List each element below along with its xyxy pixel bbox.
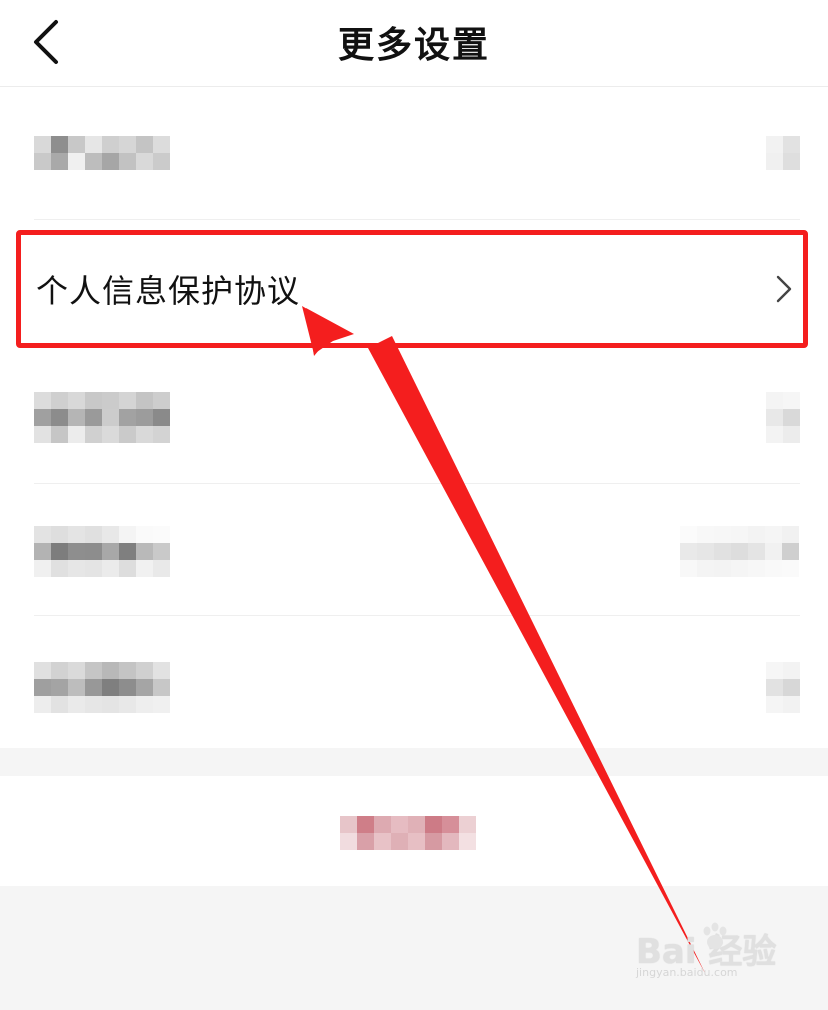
divider [34,219,800,220]
obscured-value [766,662,800,713]
divider [34,615,800,616]
obscured-value [680,526,799,577]
paw-logo-icon [703,922,727,949]
settings-row-4[interactable] [0,486,828,616]
watermark: Bai 经验 jingyan.baidu.com [636,918,806,988]
chevron-right-icon [776,275,792,303]
footer-action-button[interactable] [0,776,828,886]
page-title: 更多设置 [337,25,490,66]
obscured-value [766,136,800,170]
obscured-label [34,662,170,713]
privacy-agreement-label: 个人信息保护协议 [36,272,301,310]
watermark-url: jingyan.baidu.com [636,966,738,979]
divider [34,483,800,484]
settings-row-5[interactable] [0,618,828,746]
settings-row-3[interactable] [0,356,828,484]
top-bar: 更多设置 [0,0,828,87]
settings-row-privacy-agreement[interactable]: 个人信息保护协议 [0,224,828,354]
obscured-label [34,136,170,170]
section-gap [0,748,828,776]
obscured-action-label [340,816,476,850]
obscured-label [34,526,170,577]
obscured-value [766,392,800,443]
settings-row-1[interactable] [0,88,828,220]
obscured-label [34,392,170,443]
